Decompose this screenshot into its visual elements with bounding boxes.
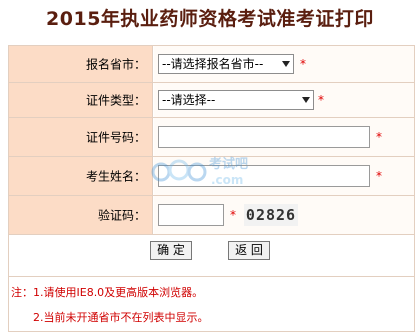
province-label: 报名省市： xyxy=(85,57,146,72)
row-id-number: 证件号码： * xyxy=(9,118,414,157)
captcha-input[interactable] xyxy=(158,204,224,226)
page-title: 2015年执业药师资格考试准考证打印 xyxy=(46,8,374,30)
province-select[interactable]: --请选择报名省市-- xyxy=(158,54,294,74)
row-province: 报名省市： --请选择报名省市-- * xyxy=(9,46,414,83)
id-number-value-cell: * xyxy=(154,118,414,156)
note-1: 注：1.请使用IE8.0及更高版本浏览器。 xyxy=(11,286,204,299)
chevron-down-icon xyxy=(302,97,310,103)
required-mark: * xyxy=(300,57,306,71)
province-value-cell: --请选择报名省市-- * xyxy=(154,46,414,82)
name-label: 考生姓名： xyxy=(85,169,146,184)
name-value-cell: * xyxy=(154,157,414,195)
id-type-select-value: --请选择-- xyxy=(162,93,216,107)
id-number-label-cell: 证件号码： xyxy=(9,118,153,156)
id-type-value-cell: --请选择-- * xyxy=(154,83,414,117)
captcha-label-cell: 验证码： xyxy=(9,196,153,234)
name-label-cell: 考生姓名： xyxy=(9,157,153,195)
back-button[interactable]: 返 回 xyxy=(228,241,270,260)
name-input[interactable] xyxy=(158,165,370,187)
required-mark: * xyxy=(318,93,324,107)
province-label-cell: 报名省市： xyxy=(9,46,153,82)
captcha-label: 验证码： xyxy=(97,208,146,223)
required-mark: * xyxy=(376,169,382,183)
note-2: 2.当前未开通省市不在列表中显示。 xyxy=(33,311,209,324)
id-number-label: 证件号码： xyxy=(85,130,146,145)
captcha-value-cell: * 02826 xyxy=(154,196,414,234)
admission-ticket-form: 报名省市： --请选择报名省市-- * 证件类型： --请选择-- * 证件号码… xyxy=(8,45,415,332)
id-type-label-cell: 证件类型： xyxy=(9,83,153,117)
id-number-input[interactable] xyxy=(158,126,370,148)
confirm-button[interactable]: 确 定 xyxy=(150,241,192,260)
row-id-type: 证件类型： --请选择-- * xyxy=(9,83,414,118)
province-select-value: --请选择报名省市-- xyxy=(162,57,264,71)
row-captcha: 验证码： * 02826 xyxy=(9,196,414,235)
captcha-image[interactable]: 02826 xyxy=(244,204,298,226)
id-type-label: 证件类型： xyxy=(85,93,146,108)
required-mark: * xyxy=(230,208,236,222)
notes-section: 注：1.请使用IE8.0及更高版本浏览器。 2.当前未开通省市不在列表中显示。 xyxy=(9,276,414,332)
chevron-down-icon xyxy=(282,61,290,67)
row-name: 考生姓名： * xyxy=(9,157,414,196)
required-mark: * xyxy=(376,130,382,144)
id-type-select[interactable]: --请选择-- xyxy=(158,90,314,110)
